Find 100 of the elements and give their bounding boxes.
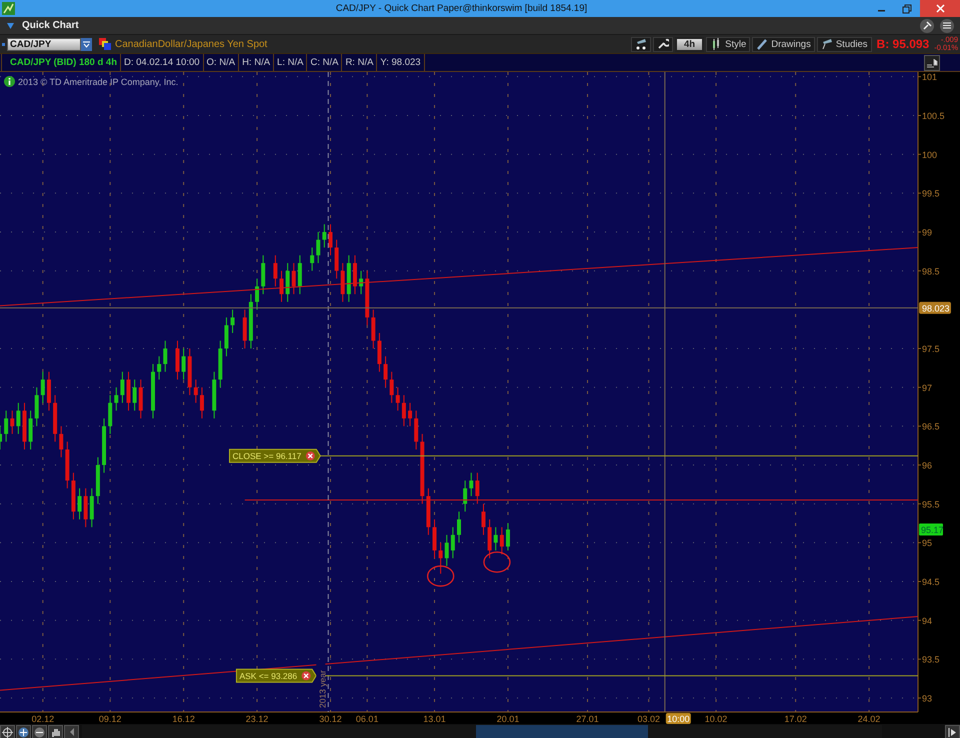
y-axis-label: 95.5: [922, 499, 940, 510]
y-axis-label: 101: [922, 72, 938, 82]
pencil-icon: [756, 38, 768, 50]
horizontal-line-drawing[interactable]: [244, 499, 918, 500]
candlestick: [420, 433, 424, 504]
toolbar-button[interactable]: Style: [706, 36, 750, 52]
candlestick: [377, 332, 382, 372]
candlestick: [457, 511, 461, 544]
y-axis-label: 93: [922, 694, 932, 704]
app-icon: [2, 2, 15, 15]
candlestick: [10, 410, 14, 434]
candlestick: [463, 480, 468, 512]
candlestick: [194, 379, 198, 404]
candlestick: [450, 526, 455, 559]
pin-icon: [922, 21, 932, 30]
candlestick: [328, 224, 332, 256]
ohlc-value: L: N/A: [274, 54, 308, 71]
zoom-out-icon: [34, 726, 45, 738]
color-squares-icon[interactable]: [99, 38, 111, 50]
remove-icon[interactable]: [302, 671, 311, 680]
candlestick: [481, 503, 486, 536]
zoom-in-button[interactable]: [16, 724, 31, 738]
candlestick: [126, 371, 131, 412]
y-axis-label: 96: [922, 460, 932, 470]
ohlc-value: H: N/A: [239, 54, 274, 71]
candlestick: [261, 254, 266, 295]
candlestick: [475, 472, 480, 504]
last-price-tag: 95.17: [919, 523, 944, 536]
candlestick: [114, 386, 118, 412]
candlestick: [402, 394, 406, 427]
symbol-input[interactable]: CAD/JPY: [7, 38, 81, 50]
candlestick: [96, 456, 100, 504]
toolbar-button[interactable]: Drawings: [752, 36, 815, 52]
y-axis-label: 98.5: [922, 266, 940, 276]
pin-button[interactable]: [920, 18, 934, 32]
candlestick: [102, 418, 106, 474]
candlestick: [200, 386, 204, 419]
candlestick: [298, 254, 302, 295]
toolbar-button[interactable]: Studies: [816, 36, 872, 52]
zoom-out-button[interactable]: [32, 724, 47, 738]
y-axis-label: 97.5: [922, 344, 940, 354]
close-icon: [936, 4, 944, 13]
candlestick: [40, 371, 45, 404]
candlestick: [138, 379, 143, 419]
trend-line[interactable]: [0, 616, 918, 691]
zoom-in-icon: [18, 726, 29, 738]
candlestick: [352, 254, 357, 295]
x-axis-label: 03.02: [637, 714, 660, 724]
ohlc-value: D: 04.02.14 10:00: [121, 54, 204, 71]
pan-hand-button[interactable]: [48, 724, 63, 738]
remove-icon[interactable]: [306, 451, 315, 460]
info-icon[interactable]: [4, 76, 15, 87]
drawing-tool-button[interactable]: [631, 36, 652, 52]
x-axis-label: 02.12: [32, 714, 54, 724]
candlestick: [255, 278, 260, 310]
year-label: 2013 year: [317, 670, 328, 708]
drawing-tool-icon: [635, 38, 648, 50]
timeframe-button[interactable]: 4h: [675, 36, 704, 52]
candlestick: [46, 371, 51, 412]
alert-tag[interactable]: ASK <= 93.286: [236, 668, 317, 683]
close-button[interactable]: [920, 0, 960, 17]
alert-tag[interactable]: CLOSE >= 96.117: [229, 448, 321, 463]
x-axis-label: 09.12: [98, 714, 122, 724]
candlestick: [59, 426, 64, 458]
collapse-triangle-icon[interactable]: [7, 22, 14, 28]
candlestick: [132, 379, 137, 412]
scroll-left-button[interactable]: [64, 724, 79, 738]
hand-icon: [50, 726, 61, 738]
bid-price: B: 95.093: [876, 37, 930, 51]
skip-to-end-icon: [948, 728, 957, 736]
crosshair-button[interactable]: [0, 724, 15, 738]
candlestick: [28, 410, 33, 450]
ellipse-marker[interactable]: [483, 551, 511, 573]
ohlc-value: O: N/A: [204, 54, 240, 71]
crosshair-icon: [2, 726, 13, 738]
candlestick: [22, 402, 26, 450]
candlestick: [280, 270, 284, 302]
candlestick: [426, 488, 430, 536]
candlestick: [0, 426, 2, 450]
candlestick: [53, 394, 58, 442]
x-axis-label: 27.01: [576, 714, 599, 724]
copyright-text: 2013 © TD Ameritrade IP Company, Inc.: [18, 76, 178, 86]
scroll-to-end-button[interactable]: [945, 724, 960, 738]
ellipse-marker[interactable]: [427, 565, 454, 587]
cursor-price-tag: 98.023: [919, 302, 951, 314]
candlestick: [175, 340, 180, 380]
y-axis-label: 95: [922, 538, 932, 548]
x-axis-label: 30.12: [319, 714, 342, 724]
candlestick: [182, 348, 186, 380]
scrollbar-thumb[interactable]: [476, 725, 648, 738]
menu-button[interactable]: [940, 18, 954, 32]
dropdown-arrow-icon: [83, 40, 90, 48]
candlestick: [120, 371, 124, 404]
dropdown-button[interactable]: [81, 38, 92, 50]
settings-button[interactable]: [653, 36, 674, 52]
trend-line[interactable]: [0, 247, 918, 306]
x-axis-label: 24.02: [858, 714, 880, 724]
candlestick: [16, 402, 20, 434]
y-axis-label: 97: [922, 382, 932, 393]
candlestick: [218, 340, 222, 388]
